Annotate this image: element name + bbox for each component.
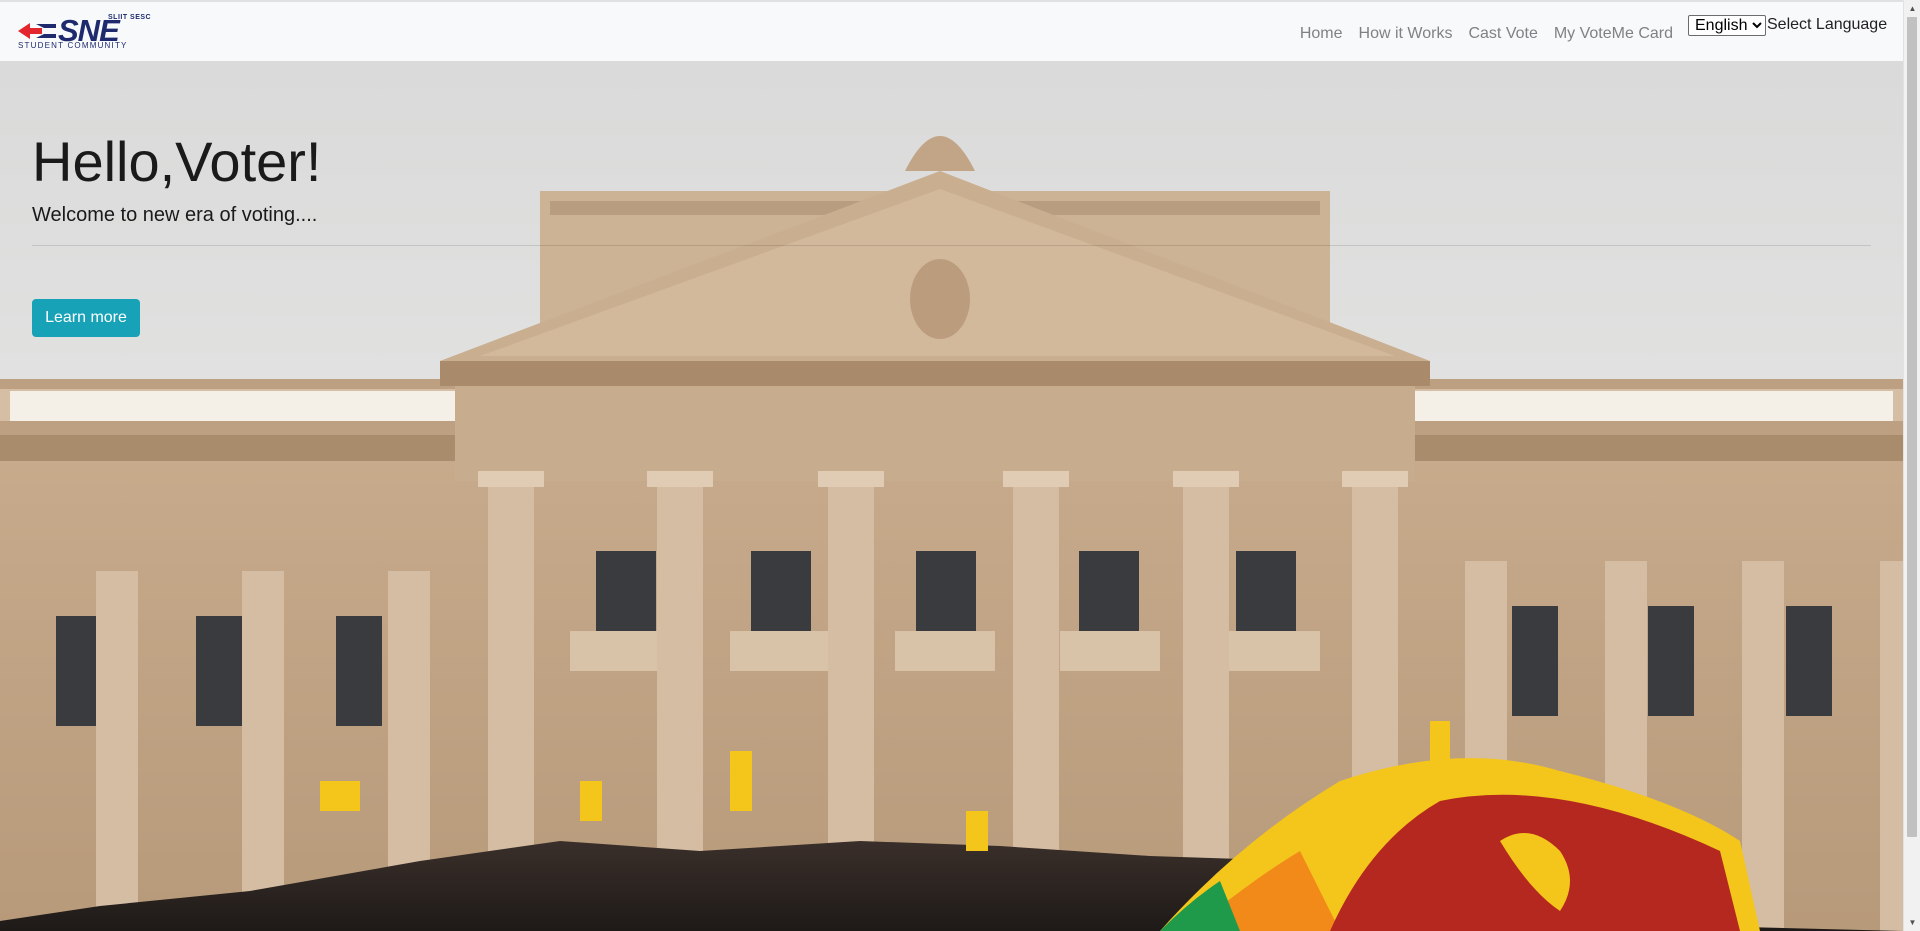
learn-more-button[interactable]: Learn more xyxy=(32,299,140,337)
hero-divider xyxy=(32,245,1871,246)
top-navbar: SLIIT SESC SNE STUDENT COMMUNITY Home Ho… xyxy=(0,0,1903,61)
logo-subtitle: STUDENT COMMUNITY xyxy=(18,41,128,50)
scroll-up-icon[interactable]: ▲ xyxy=(1904,0,1920,17)
nav-links: Home How it Works Cast Vote My VoteMe Ca… xyxy=(1292,24,1681,44)
brand-logo[interactable]: SLIIT SESC SNE STUDENT COMMUNITY xyxy=(16,12,166,52)
hero-title: Hello,Voter! xyxy=(32,130,322,193)
scroll-down-icon[interactable]: ▼ xyxy=(1904,914,1920,931)
language-select[interactable]: English xyxy=(1688,15,1766,36)
hero-lead: Welcome to new era of voting.... xyxy=(32,204,318,226)
scroll-thumb[interactable] xyxy=(1907,17,1917,837)
page-scrollbar[interactable]: ▲ ▼ xyxy=(1903,0,1920,931)
nav-cast-vote[interactable]: Cast Vote xyxy=(1460,24,1545,44)
language-label: Select Language xyxy=(1767,16,1888,33)
logo-mark-icon xyxy=(18,23,56,39)
hero-jumbotron: Hello,Voter! Welcome to new era of votin… xyxy=(0,61,1903,931)
nav-how-it-works[interactable]: How it Works xyxy=(1351,24,1461,44)
nav-home[interactable]: Home xyxy=(1292,24,1351,44)
nav-my-voteme-card[interactable]: My VoteMe Card xyxy=(1546,24,1681,44)
